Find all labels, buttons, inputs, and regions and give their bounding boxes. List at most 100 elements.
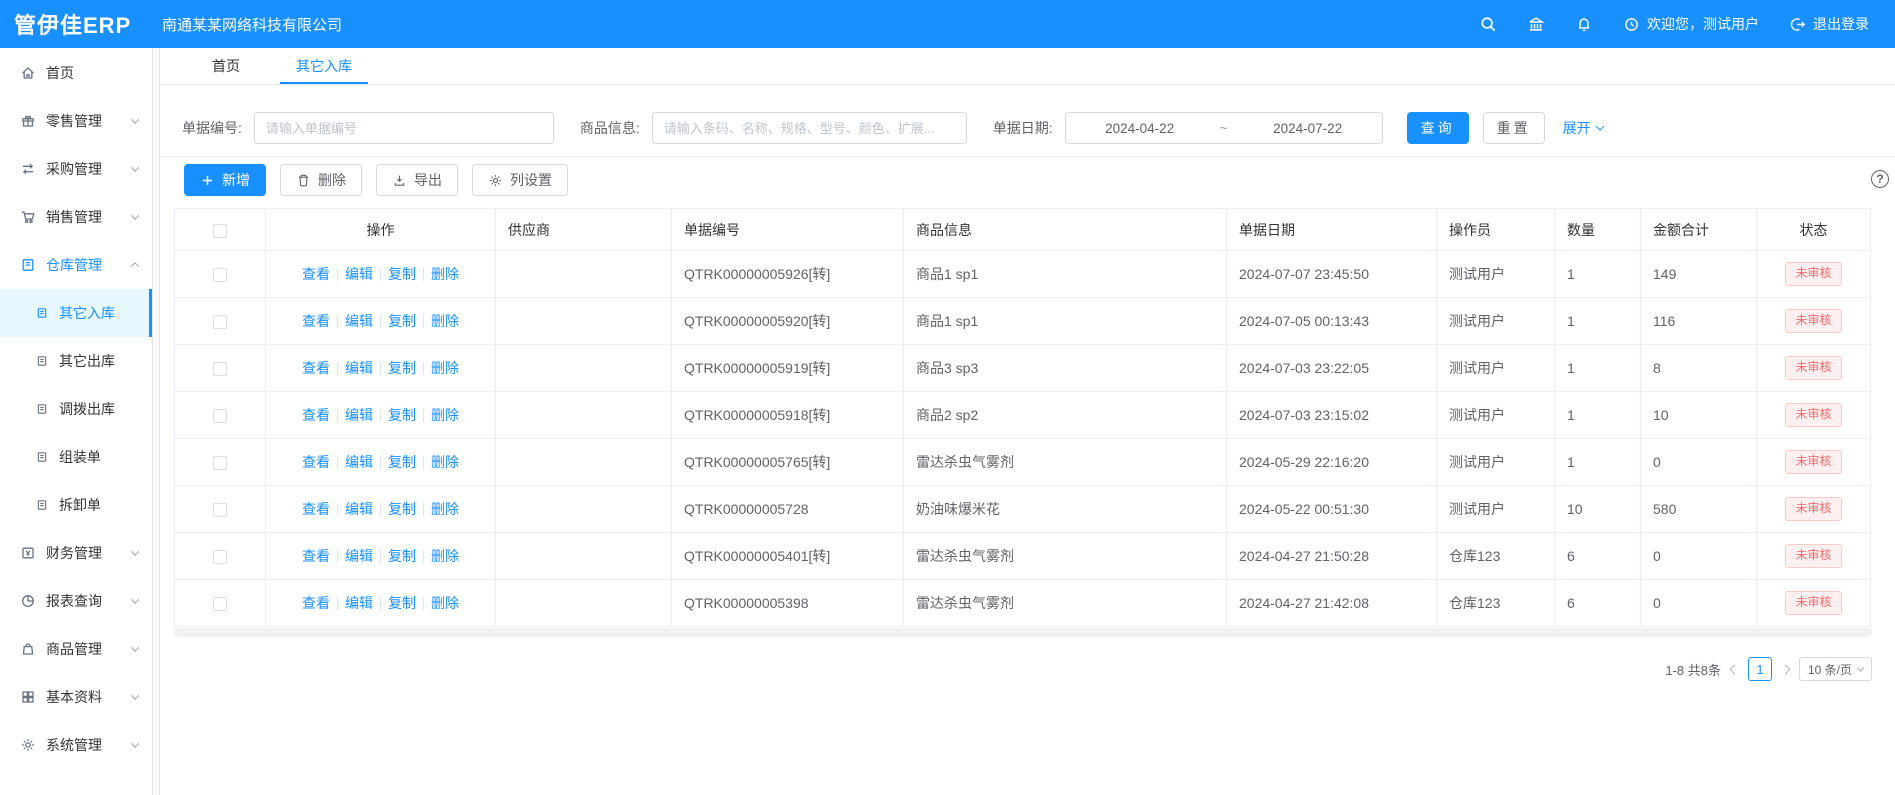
edit-link[interactable]: 编辑 [345, 548, 373, 564]
copy-link[interactable]: 复制 [388, 548, 416, 564]
sidebar-item-purchase[interactable]: 采购管理 [0, 145, 152, 193]
date-cell: 2024-07-05 00:13:43 [1227, 298, 1437, 345]
divider [380, 409, 381, 422]
sidebar-item-reports[interactable]: 报表查询 [0, 577, 152, 625]
row-checkbox[interactable] [213, 409, 227, 423]
table-row: 查看编辑复制删除 QTRK00000005919[转] 商品3 sp3 2024… [175, 345, 1871, 392]
order-no-input[interactable] [254, 112, 554, 144]
ledger-icon [20, 257, 36, 273]
sidebar-item-finance[interactable]: 财务管理 [0, 529, 152, 577]
sidebar-item-transfer-outbound[interactable]: 调拨出库 [0, 385, 152, 433]
sidebar-item-basic-data[interactable]: 基本资料 [0, 673, 152, 721]
edit-link[interactable]: 编辑 [345, 266, 373, 282]
edit-link[interactable]: 编辑 [345, 313, 373, 329]
horizontal-scrollbar[interactable] [174, 628, 1872, 637]
search-button[interactable]: 查询 [1407, 112, 1469, 144]
sidebar-item-system[interactable]: 系统管理 [0, 721, 152, 769]
sidebar-scrollbar[interactable] [152, 48, 160, 795]
gear-icon [20, 737, 36, 753]
sidebar-item-warehouse[interactable]: 仓库管理 [0, 241, 152, 289]
date-to-value[interactable]: 2024-07-22 [1234, 121, 1382, 136]
delete-link[interactable]: 删除 [431, 548, 459, 564]
edit-link[interactable]: 编辑 [345, 454, 373, 470]
tab-home[interactable]: 首页 [196, 48, 256, 84]
sidebar: 首页 零售管理 采购管理 销售管理 仓库管理 其它入库 其它出库 [0, 48, 152, 795]
bank-icon[interactable] [1527, 15, 1545, 33]
sidebar-item-retail[interactable]: 零售管理 [0, 97, 152, 145]
status-badge: 未审核 [1785, 356, 1841, 380]
column-settings-button[interactable]: 列设置 [472, 164, 568, 196]
view-link[interactable]: 查看 [302, 595, 330, 611]
delete-button[interactable]: 删除 [280, 164, 362, 196]
add-button[interactable]: 新增 [184, 164, 266, 196]
help-icon[interactable]: ? [1871, 170, 1889, 188]
pagination-total: 1-8 共8条 [1665, 660, 1721, 679]
delete-link[interactable]: 删除 [431, 501, 459, 517]
prev-page-icon[interactable] [1730, 664, 1740, 674]
view-link[interactable]: 查看 [302, 501, 330, 517]
next-page-icon[interactable] [1781, 664, 1791, 674]
row-checkbox[interactable] [213, 456, 227, 470]
date-from-value[interactable]: 2024-04-22 [1066, 121, 1214, 136]
delete-link[interactable]: 删除 [431, 313, 459, 329]
search-icon[interactable] [1479, 15, 1497, 33]
sidebar-item-disassembly[interactable]: 拆卸单 [0, 481, 152, 529]
operator-cell: 测试用户 [1437, 392, 1555, 439]
row-checkbox[interactable] [213, 503, 227, 517]
view-link[interactable]: 查看 [302, 266, 330, 282]
user-menu[interactable]: 欢迎您，测试用户 [1623, 14, 1759, 34]
sidebar-item-sales[interactable]: 销售管理 [0, 193, 152, 241]
view-link[interactable]: 查看 [302, 454, 330, 470]
column-header-product: 商品信息 [904, 209, 1227, 251]
copy-link[interactable]: 复制 [388, 454, 416, 470]
reset-button[interactable]: 重置 [1483, 112, 1545, 144]
copy-link[interactable]: 复制 [388, 501, 416, 517]
copy-link[interactable]: 复制 [388, 266, 416, 282]
data-table: 操作 供应商 单据编号 商品信息 单据日期 操作员 数量 金额合计 状态 查看编 [174, 208, 1872, 627]
view-link[interactable]: 查看 [302, 360, 330, 376]
sidebar-item-label: 基本资料 [46, 687, 102, 707]
sidebar-item-other-outbound[interactable]: 其它出库 [0, 337, 152, 385]
date-cell: 2024-05-29 22:16:20 [1227, 439, 1437, 486]
edit-link[interactable]: 编辑 [345, 360, 373, 376]
document-icon [35, 450, 49, 464]
date-range-picker[interactable]: 2024-04-22 ~ 2024-07-22 [1065, 112, 1383, 144]
sidebar-item-assembly[interactable]: 组装单 [0, 433, 152, 481]
delete-link[interactable]: 删除 [431, 360, 459, 376]
delete-link[interactable]: 删除 [431, 266, 459, 282]
export-button[interactable]: 导出 [376, 164, 458, 196]
logout-button[interactable]: 退出登录 [1789, 14, 1869, 34]
view-link[interactable]: 查看 [302, 548, 330, 564]
select-all-checkbox[interactable] [213, 224, 227, 238]
delete-link[interactable]: 删除 [431, 595, 459, 611]
view-link[interactable]: 查看 [302, 313, 330, 329]
copy-link[interactable]: 复制 [388, 407, 416, 423]
tab-other-inbound[interactable]: 其它入库 [280, 48, 368, 84]
page-size-select[interactable]: 10 条/页 [1799, 657, 1872, 681]
expand-link[interactable]: 展开 [1563, 118, 1603, 138]
chevron-down-icon [131, 691, 139, 699]
edit-link[interactable]: 编辑 [345, 595, 373, 611]
product-info-input[interactable] [652, 112, 967, 144]
copy-link[interactable]: 复制 [388, 595, 416, 611]
row-checkbox[interactable] [213, 362, 227, 376]
sidebar-item-home[interactable]: 首页 [0, 49, 152, 97]
document-icon [35, 498, 49, 512]
view-link[interactable]: 查看 [302, 407, 330, 423]
bell-icon[interactable] [1575, 15, 1593, 33]
copy-link[interactable]: 复制 [388, 313, 416, 329]
copy-link[interactable]: 复制 [388, 360, 416, 376]
delete-link[interactable]: 删除 [431, 454, 459, 470]
row-checkbox[interactable] [213, 268, 227, 282]
edit-link[interactable]: 编辑 [345, 501, 373, 517]
qty-cell: 1 [1555, 298, 1641, 345]
sidebar-item-goods[interactable]: 商品管理 [0, 625, 152, 673]
delete-link[interactable]: 删除 [431, 407, 459, 423]
edit-link[interactable]: 编辑 [345, 407, 373, 423]
row-checkbox[interactable] [213, 597, 227, 611]
sidebar-item-other-inbound[interactable]: 其它入库 [0, 289, 152, 337]
row-checkbox[interactable] [213, 550, 227, 564]
gift-icon [20, 113, 36, 129]
row-checkbox[interactable] [213, 315, 227, 329]
page-number-button[interactable]: 1 [1748, 657, 1772, 681]
